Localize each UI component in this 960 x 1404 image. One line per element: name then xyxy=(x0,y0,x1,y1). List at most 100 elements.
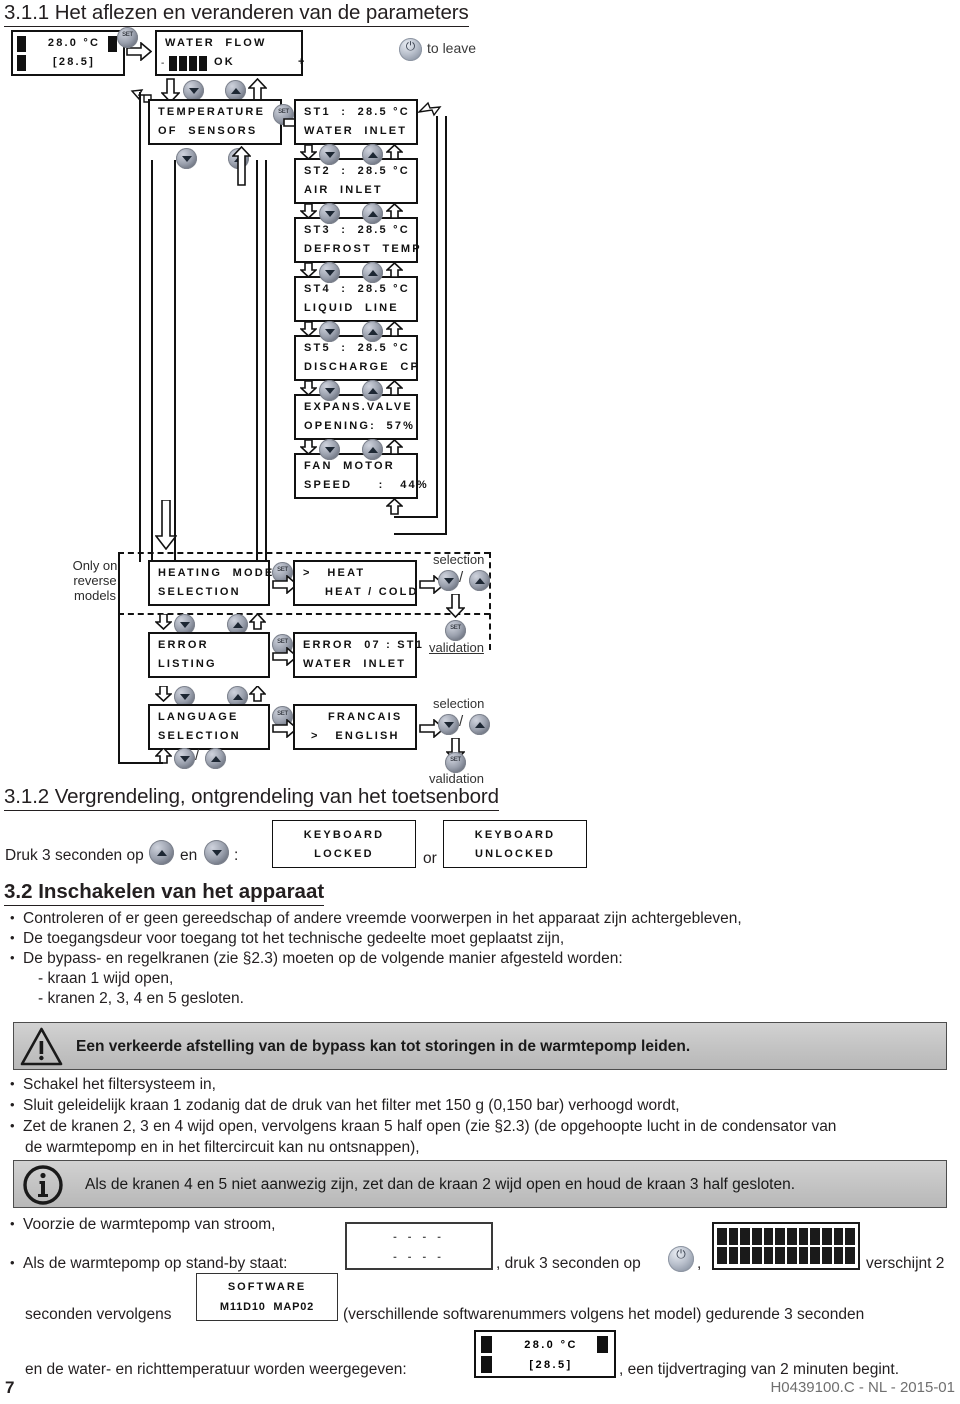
loop-rail-bottom xyxy=(118,762,163,764)
info-text: Als de kranen 4 en 5 niet aanwezig zijn,… xyxy=(85,1176,796,1193)
lcd-tempsens-line1: TEMPERATURE xyxy=(158,106,266,118)
up-button-selection-bottom[interactable] xyxy=(469,714,490,735)
lcd-st3: ST3 : 28.5 °C DEFROST TEMP xyxy=(294,217,420,263)
lcd-keyboard-unlocked: KEYBOARD UNLOCKED xyxy=(443,820,587,868)
lcd-error-detail: ERROR 07 : ST1 WATER INLET xyxy=(293,632,422,678)
reverse-line-2: reverse xyxy=(73,573,117,588)
return-rail-left-4 xyxy=(256,160,258,566)
lcd-st4-line2: LIQUID LINE xyxy=(304,302,399,314)
dashed-border-bottom xyxy=(118,613,490,615)
bullet-32b-2: Sluit geleidelijk kraan 1 zodanig dat de… xyxy=(10,1095,680,1117)
standby-text-d: verschijnt 2 xyxy=(866,1255,945,1272)
return-rail-bottom-1 xyxy=(394,516,438,518)
down-button-selection-top[interactable] xyxy=(438,570,459,591)
lcd-language-selection: LANGUAGE SELECTION xyxy=(148,704,270,750)
lcd-tempsens-line2: OF SENSORS xyxy=(158,125,258,137)
up-button-selection-top[interactable] xyxy=(469,570,490,591)
down-button-expans[interactable] xyxy=(319,439,340,460)
down-button-keyboard[interactable] xyxy=(204,840,229,865)
lcd-fan-line2: SPEED : 44% xyxy=(304,479,429,491)
lcd-st4: ST4 : 28.5 °C LIQUID LINE xyxy=(294,276,418,322)
loop-rail-left xyxy=(118,552,120,764)
arrow-st5-up xyxy=(386,381,403,396)
lcd-st4-line1: ST4 : 28.5 °C xyxy=(304,283,410,295)
lcd-heatmode-line2: SELECTION xyxy=(158,586,241,598)
lcd-errdet-line2: WATER INLET xyxy=(303,658,407,670)
up-button-keyboard[interactable] xyxy=(149,840,174,865)
down-button-selection-bottom[interactable] xyxy=(438,714,459,735)
lcd-langsel-line1: LANGUAGE xyxy=(158,711,239,723)
temp-text-b: , een tijdvertraging van 2 minuten begin… xyxy=(619,1361,900,1378)
down-button-st1[interactable] xyxy=(319,144,340,165)
up-button-st2[interactable] xyxy=(362,203,383,224)
standby-text-c: , xyxy=(697,1255,702,1272)
lcd-langopt-line1: FRANCAIS xyxy=(328,711,403,723)
temp-line1: 28.0 °C xyxy=(524,1339,578,1351)
power-button-icon[interactable] xyxy=(668,1246,694,1272)
software-text-a: seconden vervolgens xyxy=(25,1306,172,1323)
arrow-st1-down xyxy=(300,145,317,160)
software-line2: M11D10 MAP02 xyxy=(219,1301,315,1313)
down-button-st5[interactable] xyxy=(319,380,340,401)
up-button-loop[interactable] xyxy=(205,748,226,769)
lcd-st2: ST2 : 28.5 °C AIR INLET xyxy=(294,158,418,204)
down-button-loop[interactable] xyxy=(174,748,195,769)
software-line1: SOFTWARE xyxy=(227,1281,307,1293)
lcd-unlocked-line2: UNLOCKED xyxy=(475,848,555,860)
down-button-st2[interactable] xyxy=(319,203,340,224)
arrow-expans-up xyxy=(386,440,403,455)
validation-label-top: validation xyxy=(429,640,484,655)
lcd-error-listing: ERROR LISTING xyxy=(148,632,270,678)
display-all-segments xyxy=(712,1222,860,1270)
dashed-border-right xyxy=(489,552,491,650)
warning-box: Een verkeerde afstelling van de bypass k… xyxy=(13,1022,947,1070)
down-button-st4[interactable] xyxy=(319,321,340,342)
lcd-expansion-valve: EXPANS.VALVE OPENING: 57% xyxy=(294,394,418,440)
lcd-home-line2: [28.5] xyxy=(53,56,95,68)
down-button-waterflow[interactable] xyxy=(183,80,204,101)
lcd-language-options: FRANCAIS > ENGLISH xyxy=(293,704,417,750)
down-button-tempsens[interactable] xyxy=(176,148,197,169)
keyboard-or-label: or xyxy=(423,850,437,867)
selection-label-bottom: selection xyxy=(433,696,485,711)
lcd-langopt-line2: > ENGLISH xyxy=(311,730,400,742)
arrow-rail-into-st1 xyxy=(418,98,442,120)
lcd-home-line1: 28.0 °C xyxy=(47,37,101,49)
lcd-fan-line1: FAN MOTOR xyxy=(304,460,395,472)
arrow-fan-return-up xyxy=(386,499,403,515)
down-button-st3[interactable] xyxy=(319,262,340,283)
bullet-32b-1: Schakel het filtersysteem in, xyxy=(10,1074,216,1096)
up-button-expans[interactable] xyxy=(362,439,383,460)
set-button-validation-bottom[interactable] xyxy=(445,752,466,773)
arrow-errlist-down xyxy=(155,686,172,702)
lcd-waterflow-line1: WATER FLOW xyxy=(165,37,267,49)
return-rail-right-2 xyxy=(445,116,447,534)
arrow-st1-up xyxy=(386,145,403,160)
lcd-heat-selection: > HEAT HEAT / COLD xyxy=(293,560,417,606)
return-rail-left-2 xyxy=(151,160,153,562)
lcd-errlist-line1: ERROR xyxy=(158,639,209,651)
lcd-st1-line1: ST1 : 28.5 °C xyxy=(304,106,410,118)
sub-32-2: - kranen 2, 3, 4 en 5 gesloten. xyxy=(38,990,244,1007)
up-button-st5[interactable] xyxy=(362,380,383,401)
arrow-langsel-up xyxy=(249,686,266,702)
lcd-keyboard-locked: KEYBOARD LOCKED xyxy=(272,820,416,868)
arrow-tempsens-up xyxy=(232,146,251,186)
set-button-home[interactable] xyxy=(117,27,138,48)
standby-line1: - - - - xyxy=(393,1231,445,1243)
power-button-leave-icon[interactable] xyxy=(399,38,422,61)
bullet-32b-3-cont: de warmtepomp en in het filtercircuit ka… xyxy=(25,1139,420,1156)
up-button-st1[interactable] xyxy=(362,144,383,165)
arrow-expans-down xyxy=(300,440,317,455)
validation-label-bottom: validation xyxy=(429,771,484,786)
display-temperature: 28.0 °C [28.5] xyxy=(474,1330,616,1378)
up-button-waterflow[interactable] xyxy=(225,80,246,101)
up-button-st4[interactable] xyxy=(362,321,383,342)
set-button-validation-top[interactable] xyxy=(445,620,466,641)
heading-3-1-2: 3.1.2 Vergrendeling, ontgrendeling van h… xyxy=(4,785,499,811)
lcd-water-flow: WATER FLOW - OK + xyxy=(155,30,304,76)
selection-slash-top: / xyxy=(459,569,464,586)
lcd-langsel-line2: SELECTION xyxy=(158,730,241,742)
to-leave-label: to leave xyxy=(427,40,477,56)
up-button-st3[interactable] xyxy=(362,262,383,283)
